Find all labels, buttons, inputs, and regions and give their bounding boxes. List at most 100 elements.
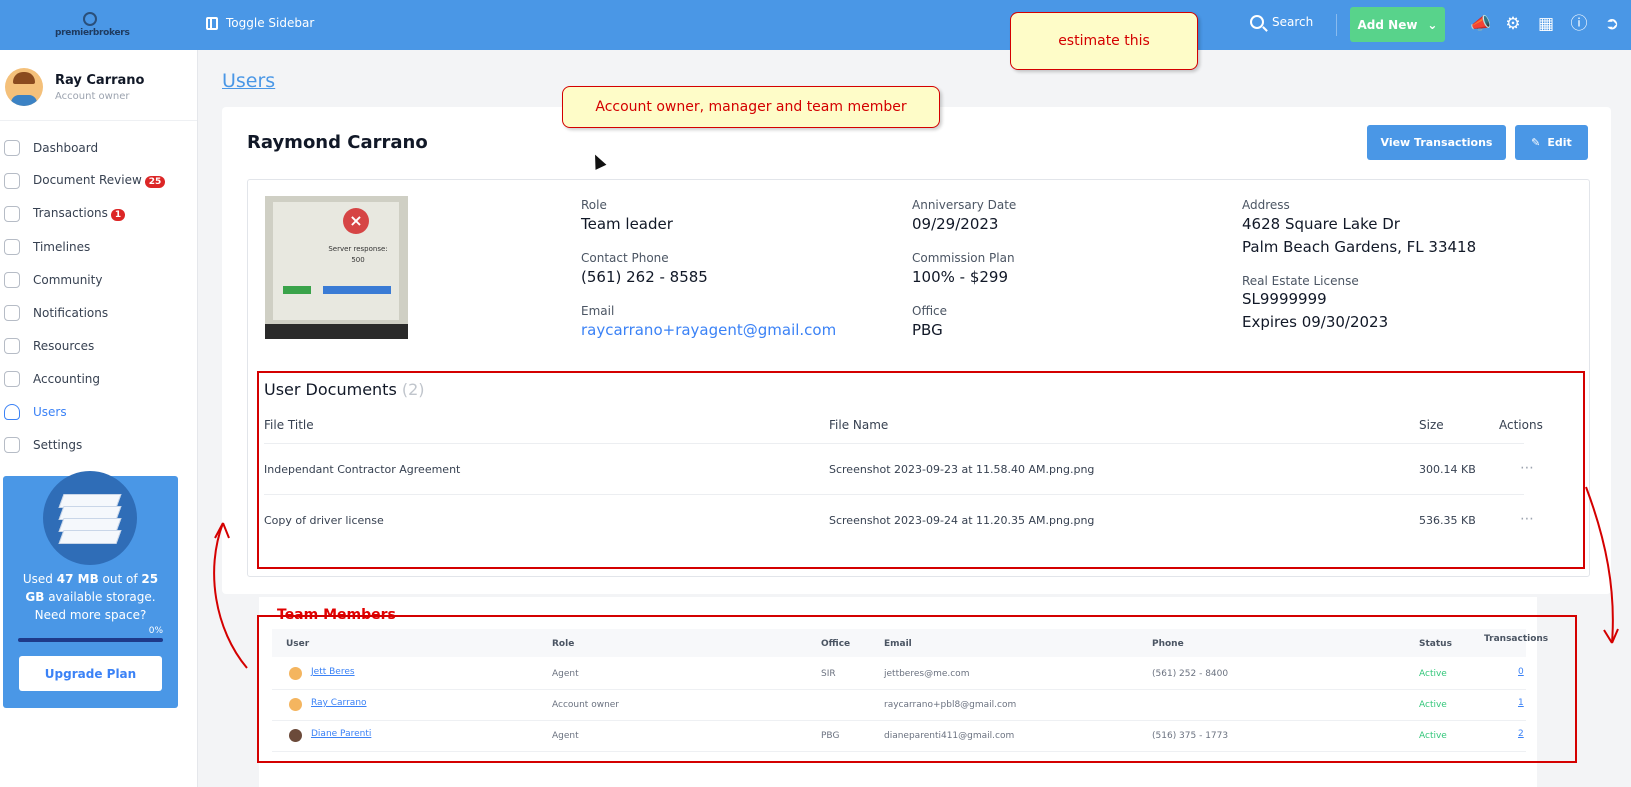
edit-label: Edit bbox=[1547, 136, 1572, 149]
sidebar-item-transactions[interactable]: Transactions 1 bbox=[0, 197, 197, 230]
phone-value: (561) 262 - 8585 bbox=[581, 268, 708, 286]
anniversary-label: Anniversary Date bbox=[912, 198, 1017, 212]
add-new-button[interactable]: Add New ⌄ bbox=[1350, 7, 1445, 42]
sidebar-item-label: Transactions bbox=[33, 206, 108, 220]
photo-blue-button bbox=[323, 286, 391, 294]
address-label: Address bbox=[1242, 198, 1290, 212]
email-link[interactable]: raycarrano+rayagent@gmail.com bbox=[581, 321, 836, 339]
view-transactions-button[interactable]: View Transactions bbox=[1367, 125, 1506, 160]
profile-photo[interactable]: × Server response: 500 bbox=[265, 196, 408, 339]
sidebar-item-label: Notifications bbox=[33, 305, 109, 320]
anniversary-value: 09/29/2023 bbox=[912, 215, 999, 233]
dollar-icon bbox=[4, 205, 20, 222]
logout-icon[interactable]: ➲ bbox=[1602, 14, 1622, 34]
photo-green-button bbox=[283, 286, 311, 294]
gear-icon bbox=[4, 436, 20, 453]
sidebar-item-accounting[interactable]: Accounting bbox=[0, 362, 197, 395]
profile-role: Account owner bbox=[55, 90, 130, 102]
ledger-icon bbox=[4, 370, 20, 387]
breadcrumb[interactable]: Users bbox=[222, 70, 275, 92]
sidebar-item-label: Accounting bbox=[33, 371, 101, 386]
sidebar-item-label: Document Review bbox=[33, 173, 142, 187]
page-title: Raymond Carrano bbox=[247, 132, 428, 153]
add-new-label: Add New bbox=[1357, 17, 1418, 32]
toggle-sidebar-label: Toggle Sidebar bbox=[226, 16, 315, 30]
sidebar-profile[interactable]: Ray Carrano Account owner bbox=[5, 68, 144, 106]
sidebar-item-notifications[interactable]: Notifications bbox=[0, 296, 197, 329]
sidebar-item-label: Settings bbox=[33, 437, 83, 452]
gear-icon[interactable]: ⚙ bbox=[1503, 14, 1523, 34]
commission-value: 100% - $299 bbox=[912, 268, 1009, 286]
sidebar-item-timelines[interactable]: Timelines bbox=[0, 230, 197, 263]
address-line2: Palm Beach Gardens, FL 33418 bbox=[1242, 238, 1477, 256]
sidebar-divider bbox=[0, 120, 197, 121]
sidebar-item-label: Resources bbox=[33, 338, 95, 353]
documents-stack-icon bbox=[58, 494, 122, 544]
count-badge: 1 bbox=[110, 209, 126, 221]
license-expiry: Expires 09/30/2023 bbox=[1242, 313, 1389, 331]
office-label: Office bbox=[912, 304, 948, 318]
folder-icon bbox=[4, 337, 20, 354]
avatar bbox=[5, 68, 43, 106]
license-label: Real Estate License bbox=[1242, 274, 1359, 288]
license-value: SL9999999 bbox=[1242, 290, 1327, 308]
sidebar-item-community[interactable]: Community bbox=[0, 263, 197, 296]
sidebar: Ray Carrano Account owner Dashboard Docu… bbox=[0, 50, 198, 787]
sidebar-item-settings[interactable]: Settings bbox=[0, 428, 197, 461]
photo-text: Server response: 500 bbox=[328, 245, 388, 264]
calculator-icon[interactable]: ▦ bbox=[1536, 14, 1556, 34]
document-icon bbox=[4, 172, 20, 189]
count-badge: 25 bbox=[144, 176, 166, 188]
bullhorn-icon[interactable]: 📣 bbox=[1470, 14, 1491, 34]
edit-button[interactable]: ✎ Edit bbox=[1515, 125, 1588, 160]
storage-progress-bar bbox=[18, 638, 163, 642]
address-line1: 4628 Square Lake Dr bbox=[1242, 215, 1400, 233]
upgrade-plan-button[interactable]: Upgrade Plan bbox=[19, 656, 162, 691]
timeline-icon bbox=[4, 238, 20, 255]
dashboard-icon bbox=[4, 139, 20, 156]
search-label: Search bbox=[1272, 15, 1314, 29]
sidebar-item-label: Community bbox=[33, 272, 103, 287]
phone-label: Contact Phone bbox=[581, 251, 669, 265]
search-button[interactable]: Search bbox=[1250, 15, 1313, 29]
sidebar-item-dashboard[interactable]: Dashboard bbox=[0, 131, 197, 164]
logo-mark bbox=[83, 12, 97, 26]
role-value: Team leader bbox=[581, 215, 673, 233]
close-icon: × bbox=[343, 208, 369, 234]
sidebar-item-label: Users bbox=[33, 404, 67, 419]
annotation-arrowhead-right bbox=[1603, 628, 1619, 644]
annotation-note-owner: Account owner, manager and team member bbox=[562, 86, 940, 128]
logo-text: premierbrokers bbox=[55, 28, 130, 38]
storage-panel: Used 47 MB out of 25 GB available storag… bbox=[3, 471, 178, 708]
company-logo[interactable]: premierbrokers bbox=[55, 10, 130, 42]
bell-icon bbox=[4, 304, 20, 321]
sidebar-icon bbox=[206, 16, 218, 30]
storage-percent: 0% bbox=[148, 626, 163, 636]
chevron-down-icon: ⌄ bbox=[1427, 17, 1438, 32]
search-icon bbox=[1250, 15, 1264, 29]
user-icon bbox=[4, 403, 20, 420]
email-label: Email bbox=[581, 304, 615, 318]
pencil-icon: ✎ bbox=[1531, 136, 1541, 149]
profile-name: Ray Carrano bbox=[55, 72, 145, 88]
topbar-divider bbox=[1336, 14, 1337, 36]
storage-used: 47 MB bbox=[56, 572, 99, 586]
annotation-documents-box bbox=[257, 371, 1585, 569]
commission-label: Commission Plan bbox=[912, 251, 1015, 265]
toggle-sidebar-button[interactable]: Toggle Sidebar bbox=[206, 16, 314, 30]
sidebar-item-document-review[interactable]: Document Review 25 bbox=[0, 164, 197, 197]
annotation-team-box bbox=[257, 615, 1577, 763]
sidebar-item-label: Dashboard bbox=[33, 140, 99, 155]
storage-message: Used 47 MB out of 25 GB available storag… bbox=[22, 572, 159, 622]
annotation-note-estimate: estimate this bbox=[1010, 12, 1198, 70]
sidebar-item-resources[interactable]: Resources bbox=[0, 329, 197, 362]
sidebar-nav: Dashboard Document Review 25 Transactions… bbox=[0, 131, 197, 461]
role-label: Role bbox=[581, 198, 607, 212]
top-bar: premierbrokers Toggle Sidebar Search Add… bbox=[0, 0, 1631, 50]
sidebar-item-users[interactable]: Users bbox=[0, 395, 197, 428]
office-value: PBG bbox=[912, 321, 943, 339]
help-icon[interactable]: ⓘ bbox=[1569, 14, 1589, 34]
community-icon bbox=[4, 271, 20, 288]
sidebar-item-label: Timelines bbox=[33, 239, 91, 254]
photo-bottom-bar bbox=[265, 324, 408, 339]
